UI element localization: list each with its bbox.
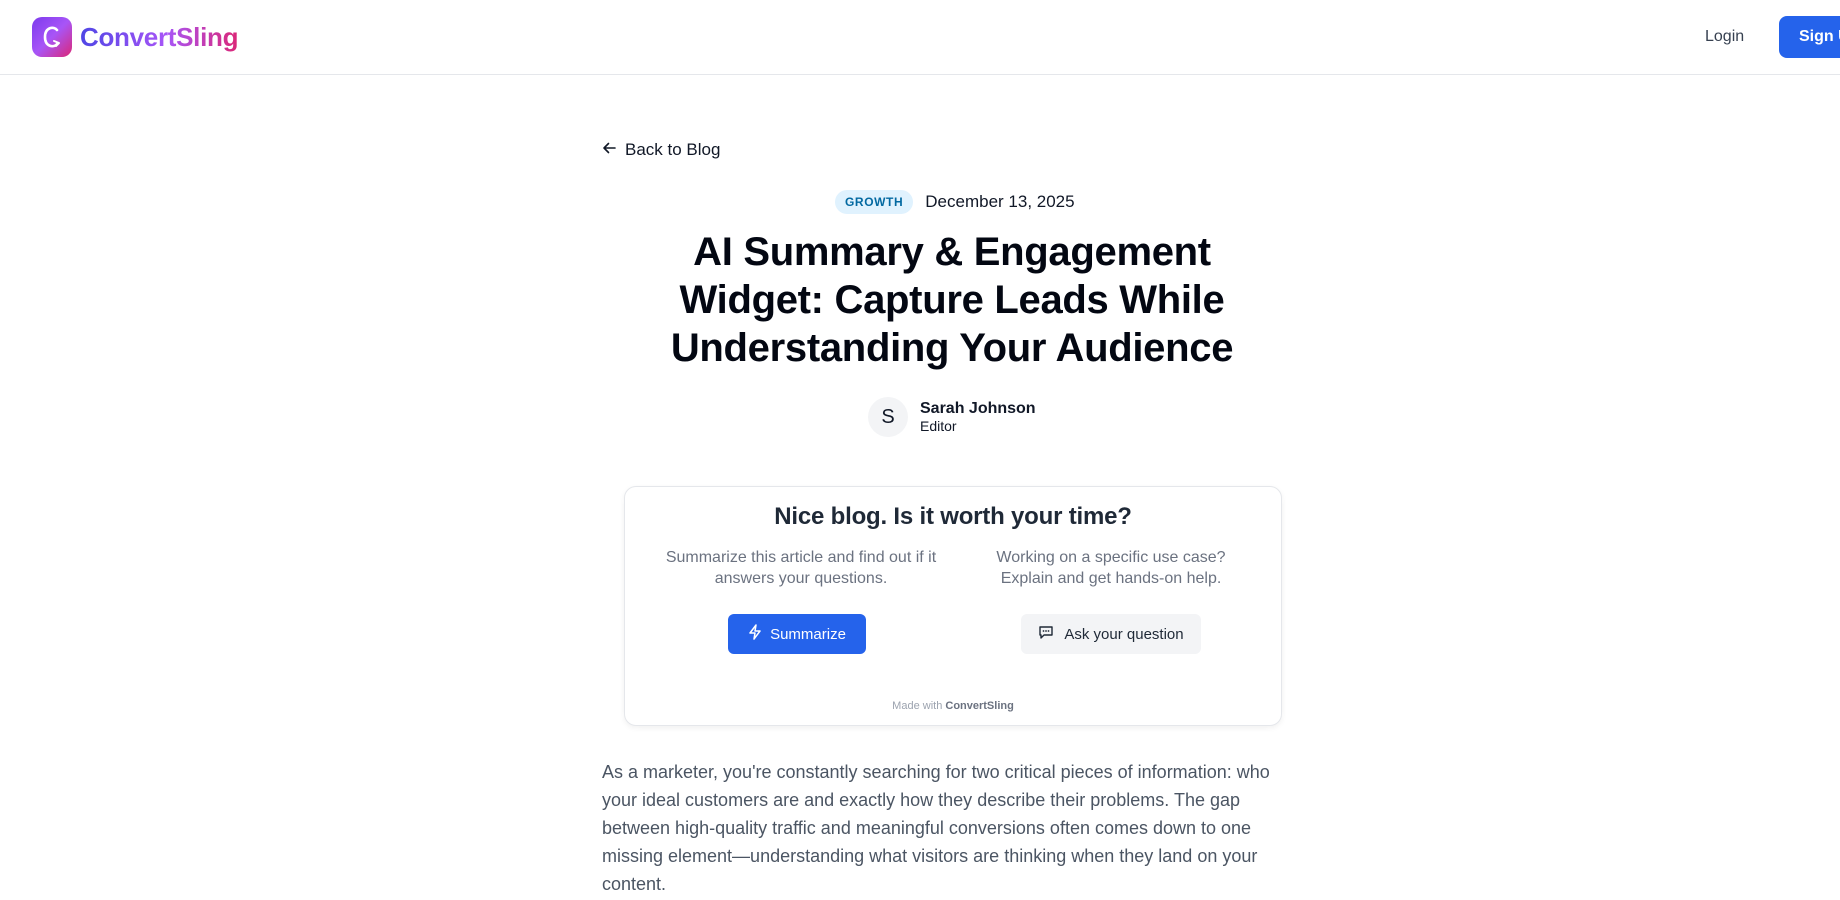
ai-summary-widget: Nice blog. Is it worth your time? Summar…	[624, 486, 1282, 726]
back-to-blog-link[interactable]: Back to Blog	[602, 140, 720, 160]
signup-button[interactable]: Sign Up	[1779, 16, 1840, 58]
made-with-prefix: Made with	[892, 700, 943, 712]
ask-question-button[interactable]: Ask your question	[1021, 614, 1201, 654]
convertsling-logo-icon	[32, 17, 72, 57]
arrow-left-icon	[602, 140, 616, 160]
author-role: Editor	[920, 418, 957, 434]
author-block: S Sarah Johnson Editor	[868, 397, 1036, 437]
article-intro-paragraph: As a marketer, you're constantly searchi…	[602, 762, 1270, 894]
made-with-brand: ConvertSling	[945, 700, 1014, 712]
summarize-button[interactable]: Summarize	[728, 614, 866, 654]
made-with-footer[interactable]: Made with ConvertSling	[625, 700, 1281, 712]
brand-name: ConvertSling	[80, 21, 239, 52]
login-link[interactable]: Login	[1705, 28, 1744, 46]
author-avatar: S	[868, 397, 908, 437]
top-navbar: ConvertSling Login Sign Up	[0, 0, 1840, 75]
chat-bubble-icon	[1038, 625, 1054, 644]
widget-heading: Nice blog. Is it worth your time?	[774, 503, 1132, 530]
back-to-blog-label: Back to Blog	[625, 140, 721, 159]
ask-description: Working on a specific use case? Explain …	[996, 549, 1226, 587]
summarize-label: Summarize	[770, 625, 846, 643]
ask-question-label: Ask your question	[1064, 625, 1184, 643]
author-name: Sarah Johnson	[920, 400, 1036, 417]
lightning-bolt-icon	[748, 624, 762, 644]
category-badge[interactable]: GROWTH	[835, 190, 914, 214]
publish-date: December 13, 2025	[925, 192, 1075, 211]
article-title: AI Summary & Engagement Widget: Capture …	[670, 230, 1234, 370]
brand-logo[interactable]: ConvertSling	[32, 17, 239, 57]
summarize-description: Summarize this article and find out if i…	[665, 549, 937, 587]
article-meta: GROWTH December 13, 2025	[835, 190, 1075, 214]
